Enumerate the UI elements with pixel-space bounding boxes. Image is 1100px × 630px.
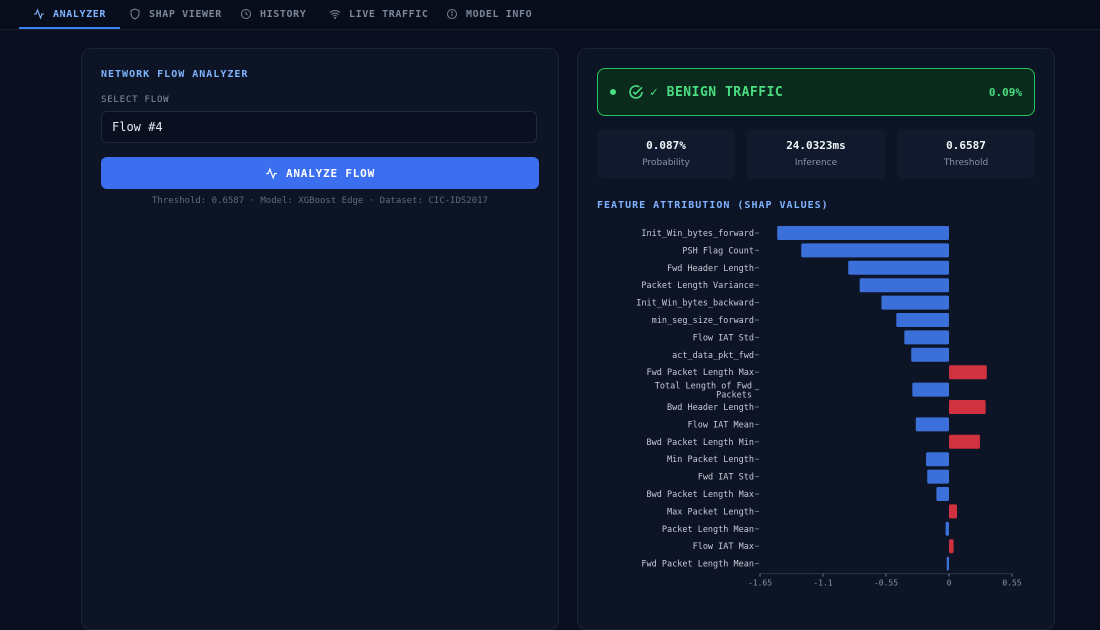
shap-bar [949,504,958,519]
feature-label: Flow IAT Mean [687,420,754,430]
shap-bar [936,487,949,501]
flow-select[interactable]: Flow #4 [101,111,537,143]
result-panel: ✓ BENIGN TRAFFIC 0.09% 0.087% Probabilit… [577,48,1055,630]
x-tick-label: 0.55 [1002,579,1021,588]
tab-label: LIVE TRAFFIC [349,8,429,20]
feature-label: Total Length of Fwd Packets [655,382,752,401]
check-circle-icon [629,85,643,99]
status-dot [610,89,616,95]
stat-value: 24.0323ms [786,139,846,152]
select-flow-label: SELECT FLOW [101,95,170,105]
feature-label: Packet Length Variance [641,281,754,291]
shap-bar [945,521,949,536]
activity-icon [34,8,44,20]
feature-label: Fwd Header Length [667,264,754,274]
shap-bar [949,434,980,449]
flow-select-value: Flow #4 [112,120,163,134]
stat-threshold: 0.6587 Threshold [897,129,1035,179]
shap-bar [801,243,949,258]
feature-label: PSH Flag Count [682,246,754,256]
shap-bar [926,452,949,467]
shap-bar [777,226,949,240]
top-nav: ANALYZER SHAP VIEWER HISTORY LIVE TRAFFI… [0,0,1100,30]
stat-label: Inference [794,158,838,168]
feature-label: Flow IAT Max [693,542,754,552]
shap-bar [881,295,949,310]
tab-label: SHAP VIEWER [149,8,222,20]
feature-label: Bwd Packet Length Min [647,438,754,448]
tab-shap-viewer[interactable]: SHAP VIEWER [129,0,222,28]
analyzer-panel: NETWORK FLOW ANALYZER SELECT FLOW Flow #… [81,48,559,630]
feature-label: Packet Length Mean [662,525,754,535]
model-meta: Threshold: 0.6587 · Model: XGBoost Edge … [152,196,488,206]
x-tick-label: -0.55 [874,579,898,588]
stat-value: 0.6587 [946,139,986,152]
shap-bar [859,278,949,293]
feature-label: act_data_pkt_fwd [672,351,754,361]
shap-bar [915,417,949,432]
shap-bar [911,347,949,362]
feature-label: Bwd Header Length [667,403,754,413]
feature-label: Init_Win_bytes_forward [641,229,754,239]
tab-label: ANALYZER [53,8,106,20]
status-percent: 0.09% [988,85,1022,99]
shap-bar [848,260,949,275]
x-tick-label: -1.1 [813,579,832,588]
wifi-icon [329,10,341,19]
feature-label: Min Packet Length [667,455,754,465]
status-label: ✓ BENIGN TRAFFIC [650,84,784,100]
feature-label: Fwd Packet Length Max [647,368,754,378]
tab-model-info[interactable]: MODEL INFO [446,0,532,28]
shap-bar [896,313,949,327]
stat-label: Probability [642,158,690,168]
stat-inference: 24.0323ms Inference [747,129,885,179]
x-tick-label: 0 [947,579,952,588]
shap-bar [912,382,949,397]
activity-icon [266,166,277,180]
status-banner: ✓ BENIGN TRAFFIC 0.09% [597,68,1035,116]
shap-bar-chart: Init_Win_bytes_forward PSH Flag Count Fwd … [636,226,1022,588]
feature-label: Init_Win_bytes_backward [636,299,754,309]
shap-bar [949,539,954,554]
tab-analyzer[interactable]: ANALYZER [19,0,120,29]
shap-bar [949,365,987,380]
feature-label: Bwd Packet Length Max [647,490,754,500]
feature-label: min_seg_size_forward [652,316,754,326]
tab-live-traffic[interactable]: LIVE TRAFFIC [329,0,428,28]
tab-label: MODEL INFO [466,8,533,20]
feature-label: Max Packet Length [667,507,754,517]
stat-label: Threshold [943,158,989,168]
shap-chart-container: Init_Win_bytes_forward PSH Flag Count Fwd … [578,219,1054,623]
shap-bar [904,330,949,345]
analyze-flow-button[interactable]: ANALYZE FLOW [101,157,539,189]
feature-label: Fwd Packet Length Mean [641,560,754,570]
clock-icon [241,9,251,19]
chart-title: FEATURE ATTRIBUTION (SHAP VALUES) [597,200,829,211]
tab-history[interactable]: HISTORY [240,0,306,28]
shap-bar [927,469,949,484]
info-icon [447,9,457,19]
analyze-flow-label: ANALYZE FLOW [285,166,376,180]
shield-icon [130,8,140,20]
stat-value: 0.087% [646,139,686,152]
panel-title: NETWORK FLOW ANALYZER [101,69,249,80]
stat-probability: 0.087% Probability [597,129,735,179]
x-tick-label: -1.65 [748,579,772,588]
tab-label: HISTORY [260,8,307,20]
shap-bar [949,400,986,414]
feature-label: Flow IAT Std [693,333,754,343]
feature-label: Fwd IAT Std [698,473,754,483]
shap-bar [946,556,949,571]
